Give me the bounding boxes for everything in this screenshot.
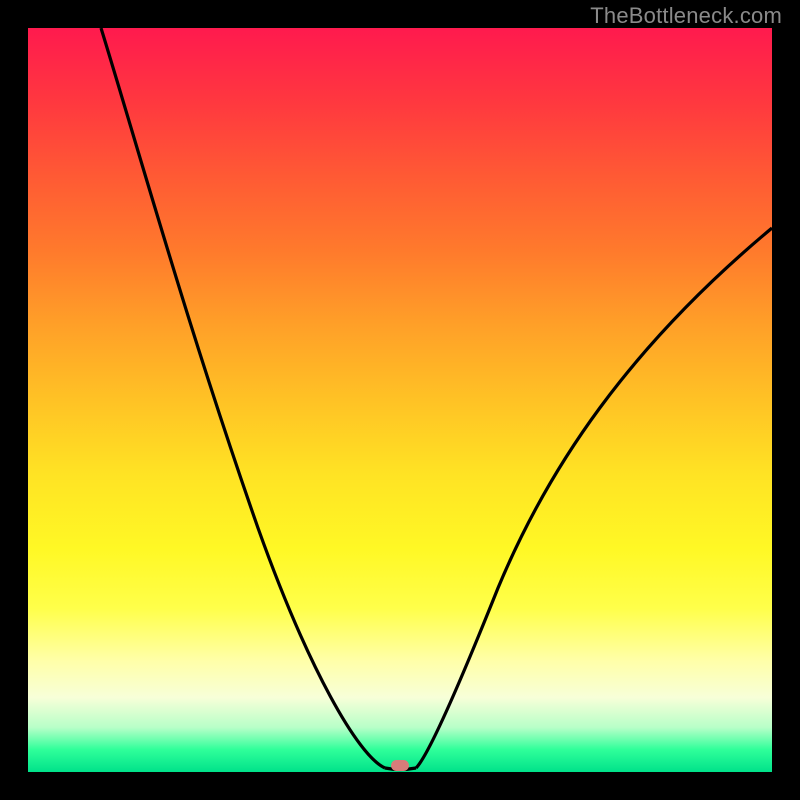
chart-frame: TheBottleneck.com bbox=[0, 0, 800, 800]
optimum-marker bbox=[391, 760, 409, 771]
plot-area bbox=[28, 28, 772, 772]
watermark-text: TheBottleneck.com bbox=[590, 3, 782, 29]
curve-right-branch bbox=[416, 228, 772, 768]
bottleneck-curve bbox=[28, 28, 772, 772]
curve-left-branch bbox=[101, 28, 385, 768]
